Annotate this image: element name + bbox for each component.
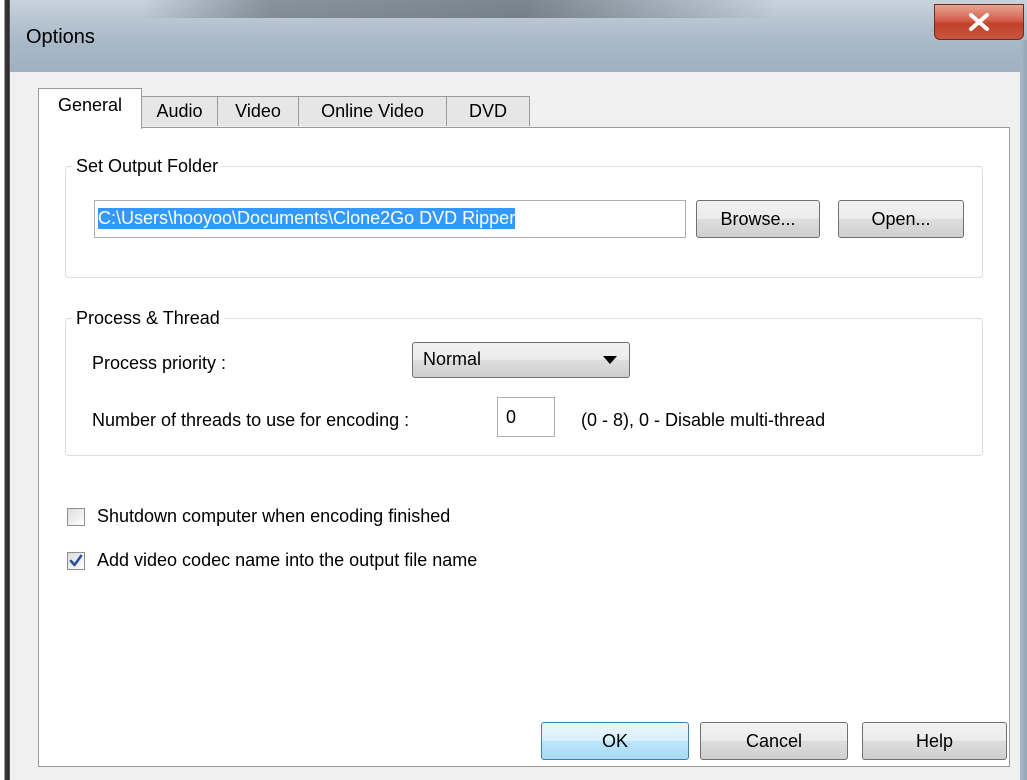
- shutdown-label[interactable]: Shutdown computer when encoding finished: [97, 506, 450, 527]
- options-dialog: Options General Audio Video Online Video…: [9, 0, 1027, 780]
- process-priority-value: Normal: [423, 349, 482, 369]
- tab-online-video[interactable]: Online Video: [298, 96, 447, 126]
- dialog-body: General Audio Video Online Video DVD Set…: [10, 72, 1027, 780]
- tab-audio[interactable]: Audio: [141, 96, 218, 126]
- output-folder-group-label: Set Output Folder: [76, 156, 219, 176]
- threads-label: Number of threads to use for encoding :: [92, 410, 410, 430]
- browse-button[interactable]: Browse...: [696, 200, 820, 238]
- tab-general[interactable]: General: [38, 88, 142, 129]
- shutdown-checkbox[interactable]: [67, 508, 85, 526]
- tab-dvd[interactable]: DVD: [446, 96, 530, 126]
- check-mark-icon: [69, 554, 83, 567]
- close-button[interactable]: [934, 4, 1024, 40]
- output-folder-input[interactable]: C:\Users\hooyoo\Documents\Clone2Go DVD R…: [94, 200, 686, 238]
- cancel-button[interactable]: Cancel: [700, 722, 848, 760]
- title-bar[interactable]: Options: [10, 0, 1027, 72]
- general-tab-panel: Set Output Folder C:\Users\hooyoo\Docume…: [38, 127, 1010, 767]
- open-folder-button[interactable]: Open...: [838, 200, 964, 238]
- process-thread-group-label: Process & Thread: [76, 308, 220, 328]
- window-frame-right: [1020, 40, 1027, 780]
- help-button[interactable]: Help: [862, 722, 1007, 760]
- threads-value: 0: [506, 407, 517, 427]
- output-folder-path: C:\Users\hooyoo\Documents\Clone2Go DVD R…: [98, 208, 516, 229]
- window-title: Options: [26, 26, 95, 48]
- add-codec-name-label[interactable]: Add video codec name into the output fil…: [97, 550, 477, 571]
- close-icon: [969, 13, 989, 31]
- tab-video[interactable]: Video: [217, 96, 299, 126]
- threads-hint: (0 - 8), 0 - Disable multi-thread: [581, 410, 826, 430]
- threads-input[interactable]: 0: [497, 397, 555, 437]
- ok-button[interactable]: OK: [541, 722, 689, 760]
- process-priority-select[interactable]: Normal: [412, 342, 630, 378]
- process-priority-label: Process priority :: [92, 353, 227, 373]
- add-codec-name-checkbox[interactable]: [67, 552, 85, 570]
- chevron-down-icon: [603, 356, 617, 364]
